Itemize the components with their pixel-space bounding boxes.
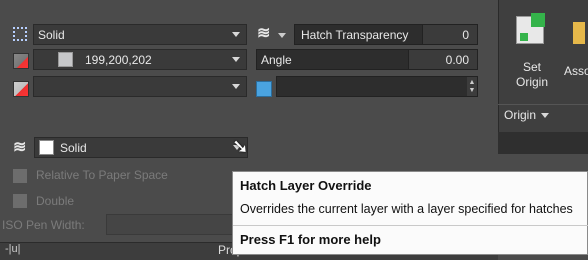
tooltip-divider — [233, 225, 588, 226]
scale-icon — [256, 81, 272, 97]
cursor-icon: ➘ — [232, 136, 249, 158]
hatch-type-icon — [13, 27, 27, 41]
associative-icon — [573, 22, 585, 44]
transparency-icon[interactable]: ≋ — [257, 26, 275, 42]
chevron-down-icon — [232, 57, 240, 62]
scale-field[interactable]: ▲ ▼ — [276, 76, 478, 97]
hatch-type-value: Solid — [38, 27, 65, 42]
relative-to-paper-space-toggle[interactable]: Relative To Paper Space — [36, 168, 168, 182]
pin-icon[interactable]: -|u| — [5, 243, 21, 255]
associative-button[interactable]: Asso — [564, 64, 588, 78]
layer-icon: ≋ — [13, 139, 27, 156]
hatch-color-dropdown[interactable]: 199,200,202 — [33, 49, 247, 70]
color-swatch — [58, 52, 73, 67]
double-toggle[interactable]: Double — [36, 194, 74, 208]
paper-space-icon — [13, 169, 27, 183]
tooltip: Hatch Layer Override Overrides the curre… — [232, 171, 588, 255]
background-color-dropdown[interactable] — [33, 76, 247, 97]
tooltip-description: Overrides the current layer with a layer… — [240, 202, 573, 216]
chevron-down-icon — [541, 112, 550, 118]
origin-dropdown-label: Origin — [504, 108, 537, 122]
hatch-transparency-field[interactable]: Hatch Transparency 0 — [294, 24, 478, 45]
angle-field[interactable]: Angle 0.00 — [256, 49, 478, 70]
background-color-icon — [13, 81, 29, 97]
ribbon-gap — [498, 132, 588, 154]
angle-label: Angle — [261, 52, 292, 67]
tooltip-title: Hatch Layer Override — [240, 178, 372, 193]
hatch-type-dropdown[interactable]: Solid — [33, 24, 247, 45]
set-origin-button[interactable]: Set Origin — [504, 60, 560, 90]
origin-divider — [498, 104, 588, 105]
spinner-icon[interactable]: ▲ ▼ — [467, 77, 477, 96]
angle-value[interactable]: 0.00 — [408, 50, 477, 69]
iso-pen-width-label: ISO Pen Width: — [2, 218, 85, 232]
tooltip-help: Press F1 for more help — [240, 232, 381, 247]
chevron-down-icon — [232, 84, 240, 89]
transparency-dropdown-arrow[interactable] — [278, 33, 292, 38]
iso-pen-width-dropdown[interactable] — [106, 214, 248, 235]
hatch-color-value: 199,200,202 — [85, 52, 152, 67]
hatch-transparency-value[interactable]: 0 — [422, 25, 477, 44]
hatch-color-icon — [13, 53, 29, 69]
chevron-down-icon — [232, 32, 240, 37]
layer-override-value: Solid — [60, 140, 87, 155]
layer-override-dropdown[interactable]: Solid — [34, 137, 248, 158]
origin-dropdown[interactable]: Origin — [504, 108, 555, 122]
hatch-transparency-label: Hatch Transparency — [301, 27, 409, 42]
layer-swatch — [39, 140, 54, 155]
set-origin-icon — [516, 13, 545, 44]
double-icon — [13, 194, 27, 208]
